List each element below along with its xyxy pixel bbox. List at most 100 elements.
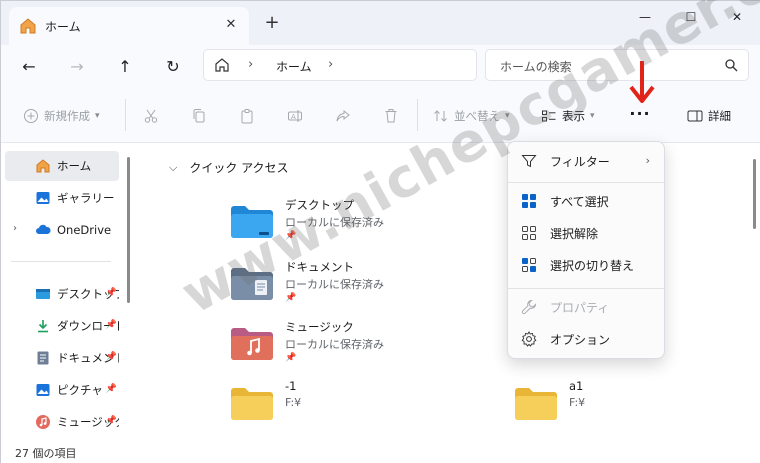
menu-divider xyxy=(508,288,664,289)
item-name: ミュージック xyxy=(285,320,354,334)
pin-icon: 📌 xyxy=(285,353,297,363)
breadcrumb-home[interactable]: ホーム xyxy=(276,58,312,75)
item-name: a1 xyxy=(569,379,584,393)
details-button-label: 詳細 xyxy=(708,109,731,123)
quick-access-item-a1[interactable]: a1 F:¥ xyxy=(513,379,760,435)
search-icon xyxy=(725,59,738,72)
item-count: 27 個の項目 xyxy=(15,447,77,460)
chevron-right-icon: › xyxy=(645,154,650,167)
menu-item-invert-selection[interactable]: 選択の切り替え xyxy=(512,250,662,280)
chevron-right-icon[interactable]: › xyxy=(13,223,17,234)
select-all-icon xyxy=(520,192,538,210)
refresh-button[interactable]: ↻ xyxy=(161,55,185,79)
menu-divider xyxy=(508,182,664,183)
file-explorer-window: ホーム ✕ + — ☐ ✕ ← → ↑ ↻ › ホーム › ホームの検索 新規作… xyxy=(0,0,760,463)
menu-item-label: フィルター xyxy=(550,154,610,169)
tab-home[interactable]: ホーム ✕ xyxy=(9,7,249,45)
sidebar-item-label: OneDrive xyxy=(57,223,112,237)
select-none-icon xyxy=(520,224,538,242)
folder-icon xyxy=(515,388,557,420)
cut-button[interactable] xyxy=(143,105,159,127)
tab-title: ホーム xyxy=(45,20,81,34)
status-bar: 27 個の項目 xyxy=(1,439,760,463)
wrench-icon xyxy=(520,298,538,316)
rename-icon: A xyxy=(288,110,302,122)
sidebar-item-pictures[interactable]: ピクチャ 📌 xyxy=(5,375,119,405)
new-button-label: 新規作成 xyxy=(44,109,90,123)
menu-item-options[interactable]: オプション xyxy=(512,324,662,354)
new-button[interactable]: 新規作成 ▾ xyxy=(23,105,100,127)
back-button[interactable]: ← xyxy=(17,55,41,79)
more-options-menu: フィルター › すべて選択 選択解除 選択の切り替え プロパティ オプション xyxy=(507,141,665,359)
quick-access-item-music[interactable]: ミュージック ローカルに保存済み 📌 xyxy=(229,319,489,375)
plus-circle-icon xyxy=(24,109,38,123)
music-icon xyxy=(36,415,50,429)
content-scrollbar[interactable] xyxy=(753,159,756,229)
sidebar-item-home[interactable]: ホーム xyxy=(5,151,119,181)
item-location: ローカルに保存済み xyxy=(285,278,384,291)
chevron-down-icon: ▾ xyxy=(95,111,100,121)
svg-text:A: A xyxy=(291,113,296,121)
share-icon xyxy=(336,109,350,122)
sidebar-item-gallery[interactable]: ギャラリー xyxy=(5,183,119,213)
filter-icon xyxy=(520,152,538,170)
tab-close-button[interactable]: ✕ xyxy=(221,15,241,35)
home-icon xyxy=(20,18,36,34)
document-icon xyxy=(37,351,49,365)
menu-item-label: プロパティ xyxy=(550,300,610,315)
copy-button[interactable] xyxy=(191,105,207,127)
music-folder-icon xyxy=(231,328,273,360)
quick-access-header[interactable]: ⌵ クイック アクセス xyxy=(169,159,289,176)
paste-button[interactable] xyxy=(239,105,255,127)
sidebar-item-downloads[interactable]: ダウンロード 📌 xyxy=(5,311,119,341)
rename-button[interactable]: A xyxy=(287,105,303,127)
menu-item-properties[interactable]: プロパティ xyxy=(512,292,662,322)
menu-item-label: オプション xyxy=(550,332,611,347)
folder-icon xyxy=(231,388,273,420)
new-tab-button[interactable]: + xyxy=(261,13,283,35)
picture-icon xyxy=(36,384,50,396)
sidebar-item-onedrive[interactable]: › OneDrive xyxy=(5,215,119,245)
sidebar-item-label: ピクチャ xyxy=(57,383,103,397)
toolbar-divider xyxy=(417,99,418,131)
details-button[interactable]: 詳細 xyxy=(687,105,731,127)
item-location: F:¥ xyxy=(569,396,586,409)
home-icon xyxy=(215,58,229,72)
breadcrumb-chevron[interactable]: › xyxy=(328,57,333,72)
gear-icon xyxy=(520,330,538,348)
cloud-icon xyxy=(36,224,51,234)
menu-item-label: 選択の切り替え xyxy=(550,258,635,273)
home-icon xyxy=(36,159,50,173)
sidebar-item-documents[interactable]: ドキュメント 📌 xyxy=(5,343,119,373)
share-button[interactable] xyxy=(335,105,351,127)
pin-icon: 📌 xyxy=(285,293,297,303)
scissors-icon xyxy=(144,109,158,123)
sidebar-item-label: ギャラリー xyxy=(57,191,115,205)
sidebar-item-label: ホーム xyxy=(57,159,92,173)
menu-item-filter[interactable]: フィルター › xyxy=(512,146,662,176)
pin-icon: 📌 xyxy=(105,384,117,394)
menu-item-select-all[interactable]: すべて選択 xyxy=(512,186,662,216)
item-location: F:¥ xyxy=(285,396,302,409)
address-bar[interactable]: › ホーム › xyxy=(203,49,477,81)
sidebar-divider xyxy=(11,261,111,262)
pin-icon: 📌 xyxy=(105,352,117,362)
pin-icon: 📌 xyxy=(105,416,117,426)
sidebar-item-desktop[interactable]: デスクトップ 📌 xyxy=(5,279,119,309)
sidebar-item-music[interactable]: ミュージック 📌 xyxy=(5,407,119,437)
item-name: -1 xyxy=(285,379,297,393)
up-button[interactable]: ↑ xyxy=(113,55,137,79)
gallery-icon xyxy=(36,192,50,204)
sidebar-scrollbar[interactable] xyxy=(127,157,130,303)
copy-icon xyxy=(193,109,205,123)
clipboard-icon xyxy=(241,109,253,124)
menu-item-select-none[interactable]: 選択解除 xyxy=(512,218,662,248)
menu-item-label: 選択解除 xyxy=(550,226,599,241)
quick-access-item-drive-1[interactable]: -1 F:¥ xyxy=(229,379,489,435)
invert-selection-icon xyxy=(520,256,538,274)
forward-button[interactable]: → xyxy=(65,55,89,79)
navigation-pane: ホーム ギャラリー › OneDrive デスクトップ 📌 xyxy=(1,143,139,439)
download-icon xyxy=(38,320,48,333)
delete-button[interactable] xyxy=(383,105,399,127)
section-title: クイック アクセス xyxy=(189,161,289,175)
